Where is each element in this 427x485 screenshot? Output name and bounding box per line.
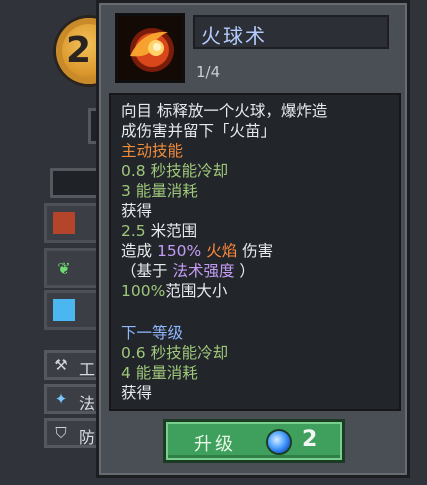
shield-icon: ⛉ <box>55 424 67 442</box>
size-value: 100% <box>121 282 166 300</box>
damage-suffix: 伤害 <box>242 242 274 260</box>
fireball-icon <box>115 13 185 83</box>
range-value: 2.5 <box>121 222 146 240</box>
damage-stat: 造成 150% 火焰 伤害 <box>121 241 273 261</box>
next-cooldown-stat: 0.6 秒技能冷却 <box>121 344 229 362</box>
upgrade-button-label: 升级 <box>194 434 236 455</box>
gain-label: 获得 <box>121 202 153 220</box>
size-stat: 100%范围大小 <box>121 281 227 301</box>
skill-description: 向目 标释放一个火球，爆炸造 成伤害并留下「火苗」 主动技能 0.8 秒技能冷却… <box>109 93 401 411</box>
red-tile-icon <box>53 212 75 234</box>
damage-element: 火焰 <box>206 242 238 260</box>
bg-input-slot[interactable] <box>50 168 100 198</box>
leaf-icon: ❦ <box>57 258 71 278</box>
damage-prefix: 造成 <box>121 242 153 260</box>
bg-menu-label-1: 工 <box>79 360 96 379</box>
blue-gem-icon <box>268 431 290 453</box>
next-level-label: 下一等级 <box>121 324 184 342</box>
range-stat: 2.5 米范围 <box>121 221 197 241</box>
active-skill-label: 主动技能 <box>121 142 184 160</box>
bg-menu-label-2: 法 <box>79 394 96 413</box>
upgrade-cost: 2 <box>302 427 318 452</box>
bg-menu-label-3: 防 <box>79 428 96 447</box>
energy-stat: 3 能量消耗 <box>121 182 198 200</box>
size-label: 范围大小 <box>165 282 228 300</box>
skill-level: 1/4 <box>196 63 221 81</box>
skill-title-box: 火球术 <box>193 15 389 49</box>
next-energy-stat: 4 能量消耗 <box>121 364 198 382</box>
range-unit: 米范围 <box>150 222 198 240</box>
hammer-icon: ⚒ <box>54 356 68 374</box>
scaling-close: ） <box>239 262 255 280</box>
upgrade-button[interactable]: 升级 2 <box>163 419 345 463</box>
blue-book-icon <box>53 299 75 321</box>
skill-tooltip: 火球术 1/4 向目 标释放一个火球，爆炸造 成伤害并留下「火苗」 主动技能 0… <box>96 0 410 478</box>
level-badge-digit: 2 <box>66 30 92 71</box>
scaling-stat: （基于 法术强度 ） <box>121 261 255 281</box>
wand-icon: ✦ <box>54 390 68 408</box>
next-gain-label: 获得 <box>121 384 153 402</box>
scaling-stat-name: 法术强度 <box>172 262 235 280</box>
description-line-1: 向目 标释放一个火球，爆炸造 <box>121 102 328 120</box>
skill-name: 火球术 <box>201 24 267 48</box>
description-line-2: 成伤害并留下「火苗」 <box>121 121 276 141</box>
cooldown-stat: 0.8 秒技能冷却 <box>121 162 229 180</box>
scaling-open: （基于 <box>121 262 168 280</box>
description-line-2-text: 成伤害并留下「火苗」 <box>121 122 277 140</box>
damage-percent: 150% <box>156 242 202 260</box>
